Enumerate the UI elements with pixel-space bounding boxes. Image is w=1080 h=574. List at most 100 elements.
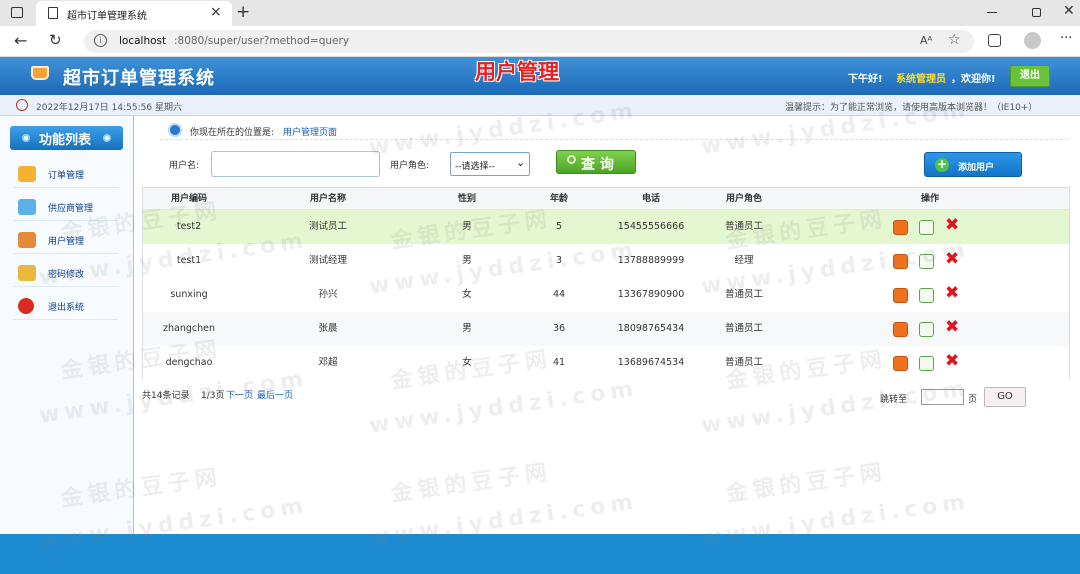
breadcrumb-current[interactable]: 用户管理页面 xyxy=(283,125,337,138)
delete-icon[interactable]: ✖ xyxy=(945,319,960,336)
delete-icon[interactable]: ✖ xyxy=(945,251,960,268)
header-phone: 电话 xyxy=(641,194,660,204)
address-bar[interactable]: i localhost :8080/super/user?method=quer… xyxy=(84,30,974,53)
delete-icon[interactable]: ✖ xyxy=(945,217,960,234)
tab-title: 超市订单管理系统 xyxy=(67,11,147,22)
cell-code: dengchao xyxy=(165,357,213,368)
plus-icon: + xyxy=(935,157,949,172)
view-icon[interactable] xyxy=(893,322,908,337)
exit-icon xyxy=(18,298,34,314)
chevron-down-icon: ⌄ xyxy=(516,156,526,169)
header-role: 用户角色 xyxy=(725,194,762,204)
table-row[interactable]: test2 测试员工 男 5 15455556666 普通员工 ✖ xyxy=(143,210,1069,244)
role-label: 用户角色: xyxy=(390,161,430,171)
restore-icon[interactable] xyxy=(1032,8,1041,17)
edit-icon[interactable] xyxy=(919,288,934,303)
browser-tip: 温馨提示：为了能正常浏览，请使用高版本浏览器！（IE10+） xyxy=(785,103,1038,113)
cell-code: test2 xyxy=(176,221,202,232)
last-page-link[interactable]: 最后一页 xyxy=(257,388,293,401)
close-window-icon[interactable]: ✕ xyxy=(1063,3,1075,19)
delete-icon[interactable]: ✖ xyxy=(945,285,960,302)
username-input[interactable] xyxy=(211,151,380,177)
table-row[interactable]: zhangchen 张晨 男 36 18098765434 普通员工 ✖ xyxy=(143,312,1069,346)
cell-age: 5 xyxy=(555,221,563,232)
edit-icon[interactable] xyxy=(919,254,934,269)
query-button-label: 查 询 xyxy=(581,157,614,173)
user-table: 用户编码 用户名称 性别 年龄 电话 用户角色 操作 test2 测试员工 男 … xyxy=(142,187,1070,380)
cell-gender: 男 xyxy=(462,255,472,266)
sidebar-item-label: 用户管理 xyxy=(48,237,85,247)
sidebar-item-label: 供应商管理 xyxy=(48,204,94,214)
minimize-icon[interactable] xyxy=(987,12,997,13)
collections-icon[interactable] xyxy=(988,34,1001,47)
query-button[interactable]: 查 询 xyxy=(556,150,636,174)
view-icon[interactable] xyxy=(893,254,908,269)
cell-code: sunxing xyxy=(170,289,208,300)
sidebar-item-label: 退出系统 xyxy=(48,303,85,313)
next-page-link[interactable]: 下一页 xyxy=(226,388,253,401)
users-icon xyxy=(18,232,36,248)
welcome-text: ，欢迎你! xyxy=(951,74,996,85)
page-icon xyxy=(48,7,58,19)
table-row[interactable]: test1 测试经理 男 3 13788889999 经理 ✖ xyxy=(143,244,1069,278)
header-name: 用户名称 xyxy=(309,194,346,204)
cell-code: zhangchen xyxy=(163,323,215,334)
watermark-text: 金银的豆子网 xyxy=(724,459,889,508)
cell-name: 张晨 xyxy=(318,323,338,334)
new-tab-button[interactable]: + xyxy=(236,2,250,22)
jump-label: 跳转至 xyxy=(880,395,908,405)
jump-page-input[interactable] xyxy=(921,389,964,405)
view-icon[interactable] xyxy=(893,288,908,303)
sidebar-item-exit[interactable]: 退出系统 xyxy=(14,292,118,320)
read-aloud-icon[interactable]: Aᴬ xyxy=(920,34,932,47)
favorite-icon[interactable]: ☆ xyxy=(948,32,961,48)
view-icon[interactable] xyxy=(893,356,908,371)
role-select-value: --请选择-- xyxy=(455,162,495,172)
add-user-button[interactable]: + 添加用户 xyxy=(924,152,1022,177)
role-select[interactable]: --请选择-- ⌄ xyxy=(450,152,530,176)
back-icon[interactable]: ← xyxy=(14,31,27,50)
cell-role: 普通员工 xyxy=(724,357,763,368)
edit-icon[interactable] xyxy=(919,220,934,235)
page-suffix: 页 xyxy=(968,395,978,405)
cell-phone: 13689674534 xyxy=(617,357,685,368)
go-button[interactable]: GO xyxy=(984,387,1026,407)
cell-gender: 女 xyxy=(462,289,472,300)
greeting: 下午好! xyxy=(848,74,883,85)
profile-avatar[interactable] xyxy=(1024,32,1041,49)
close-tab-icon[interactable]: × xyxy=(210,4,222,20)
sidebar-item-password[interactable]: 密码修改 xyxy=(14,259,118,287)
sidebar-item-suppliers[interactable]: 供应商管理 xyxy=(14,193,118,221)
view-icon[interactable] xyxy=(893,220,908,235)
header-code: 用户编码 xyxy=(170,194,207,204)
cell-role: 普通员工 xyxy=(724,289,763,300)
edit-icon[interactable] xyxy=(919,356,934,371)
browser-tab[interactable]: 超市订单管理系统 × xyxy=(36,1,232,26)
sidebar-item-users[interactable]: 用户管理 xyxy=(14,226,118,254)
site-info-icon[interactable]: i xyxy=(94,34,107,47)
datetime: 2022年12月17日 14:55:56 星期六 xyxy=(36,103,182,113)
cell-name: 测试经理 xyxy=(308,255,347,266)
cell-age: 3 xyxy=(555,255,563,266)
table-row[interactable]: dengchao 邓超 女 41 13689674534 普通员工 ✖ xyxy=(143,346,1069,380)
cell-role: 普通员工 xyxy=(724,323,763,334)
cell-gender: 男 xyxy=(462,323,472,334)
cell-age: 44 xyxy=(552,289,566,300)
more-menu-icon[interactable]: ··· xyxy=(1060,31,1072,46)
edit-icon[interactable] xyxy=(919,322,934,337)
page-title: 用户管理 xyxy=(475,60,559,84)
refresh-icon[interactable]: ↻ xyxy=(49,31,62,49)
cell-phone: 13788889999 xyxy=(617,255,685,266)
watermark-text: www.jyddzi.com xyxy=(367,376,640,439)
delete-icon[interactable]: ✖ xyxy=(945,353,960,370)
username-label: 用户名: xyxy=(169,161,200,171)
sidebar-item-orders[interactable]: 订单管理 xyxy=(14,160,118,188)
breadcrumb: 你现在所在的位置是: 用户管理页面 xyxy=(160,120,1068,140)
tab-actions-icon[interactable] xyxy=(11,7,23,18)
cell-role: 经理 xyxy=(734,255,754,266)
logout-button[interactable]: 退出 xyxy=(1010,65,1050,87)
cell-role: 普通员工 xyxy=(724,221,763,232)
table-row[interactable]: sunxing 孙兴 女 44 13367890900 普通员工 ✖ xyxy=(143,278,1069,312)
watermark-text: 金银的豆子网 xyxy=(389,459,554,508)
supplier-icon xyxy=(18,199,36,215)
